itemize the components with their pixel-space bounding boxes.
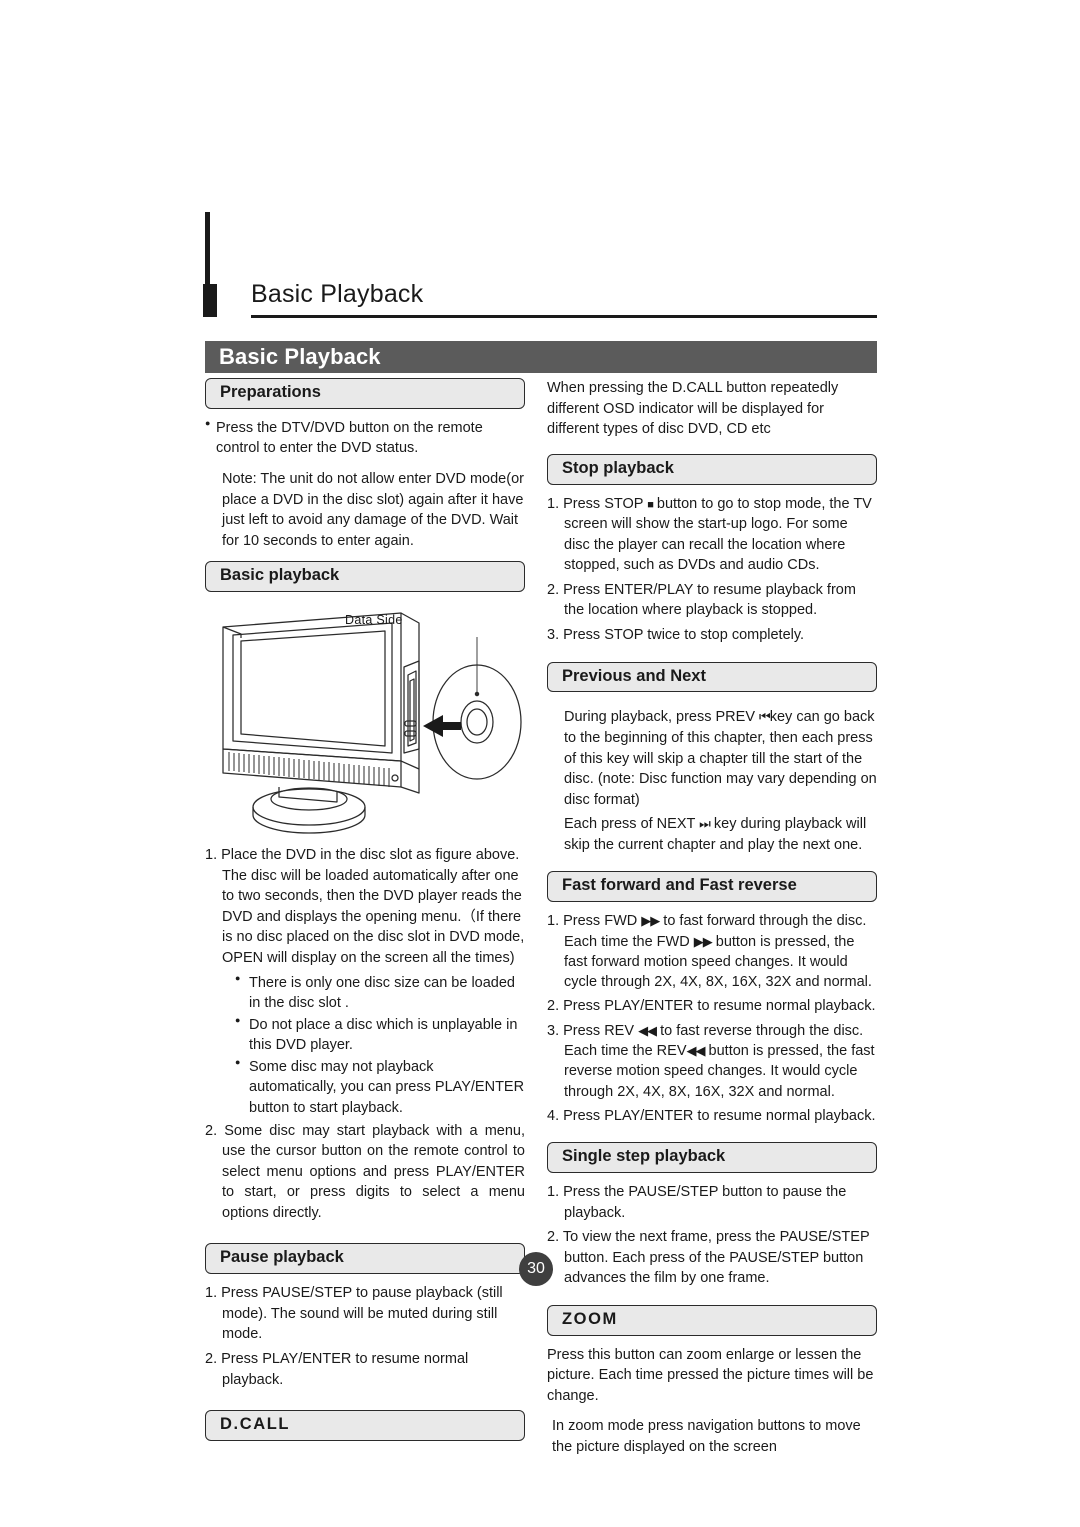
header-vertical-rule [205, 212, 210, 290]
ffwd-step-2: 2. Press PLAY/ENTER to resume normal pla… [547, 998, 876, 1015]
frev-step-3-a: 3. Press REV [547, 1022, 635, 1039]
header-rule-block [203, 284, 217, 317]
basic-playback-step-1: 1. Place the DVD in the disc slot as fig… [205, 847, 525, 966]
list-item: Do not place a disc which is unplayable … [235, 1014, 525, 1056]
d-call-intro-text: When pressing the D.CALL button repeated… [547, 380, 839, 438]
figure-label-data-side: Data Side [345, 613, 403, 628]
ffwd-step-1-c: Each time the FWD [564, 933, 690, 950]
next-skip-forward-icon: ⏭ [699, 816, 711, 832]
fast-reverse-icon: ◀◀ [686, 1043, 706, 1058]
header-underline [251, 315, 877, 318]
chapter-banner: Basic Playback [205, 341, 877, 373]
list-item: Some disc may not playback automatically… [235, 1056, 525, 1119]
section-header-fast-forward-and-fast-reverse: Fast forward and Fast reverse [547, 871, 877, 903]
tv-with-dvd-disc-diagram: Data Side [205, 601, 525, 837]
zoom-para-2: In zoom mode press navigation buttons to… [552, 1418, 861, 1455]
running-header-title: Basic Playback [251, 280, 424, 308]
previous-next-para-2-pre: Each press of NEXT [564, 816, 696, 833]
frev-step-3-c: Each time the REV [564, 1043, 687, 1059]
left-column: Preparations Press the DTV/DVD button on… [205, 378, 525, 1450]
previous-next-para-2: Each press of NEXT ⏭ key during playback… [547, 814, 877, 855]
frev-step-4: 4. Press PLAY/ENTER to resume normal pla… [547, 1107, 876, 1124]
fast-forward-icon: ▶▶ [693, 933, 713, 949]
manual-page: Basic Playback Basic Playback Preparatio… [0, 0, 1080, 1527]
frev-step-3: 3. Press REV ◀◀ to fast reverse through … [547, 1021, 877, 1102]
chapter-banner-title: Basic Playback [219, 344, 381, 369]
fast-forward-icon: ▶▶ [641, 913, 660, 929]
single-step-step-1: 1. Press the PAUSE/STEP button to pause … [547, 1183, 847, 1221]
list-item: There is only one disc size can be loade… [235, 972, 525, 1014]
pause-playback-step-1: 1. Press PAUSE/STEP to pause playback (s… [205, 1285, 503, 1343]
stop-square-icon: ■ [647, 498, 654, 511]
section-header-previous-and-next: Previous and Next [547, 661, 877, 693]
section-header-preparations: Preparations [205, 378, 525, 409]
previous-next-para-1-pre: During playback, press PREV [564, 709, 755, 726]
stop-playback-step-1-pre: 1. Press STOP [547, 495, 644, 512]
section-header-zoom: ZOOM [547, 1304, 877, 1336]
stop-playback-step-3: 3. Press STOP twice to stop completely. [547, 627, 805, 643]
ffwd-step-1-b: to fast forward through the disc. [663, 913, 867, 930]
preparations-bullet: Press the DTV/DVD button on the remote c… [205, 417, 525, 459]
basic-playback-sub-bullets: There is only one disc size can be loade… [205, 972, 525, 1119]
basic-playback-step-2: 2. Some disc may start playback with a m… [205, 1122, 525, 1221]
section-header-pause-playback: Pause playback [205, 1243, 525, 1275]
running-header: Basic Playback [203, 212, 877, 318]
stop-playback-step-2: 2. Press ENTER/PLAY to resume playback f… [547, 581, 856, 619]
section-header-stop-playback: Stop playback [547, 453, 877, 485]
preparations-note: Note: The unit do not allow enter DVD mo… [222, 470, 524, 549]
page-number-badge: 30 [519, 1252, 553, 1286]
right-column: When pressing the D.CALL button repeated… [547, 378, 877, 1462]
zoom-para-1: Press this button can zoom enlarge or le… [547, 1346, 874, 1404]
section-header-d-call: D.CALL [205, 1410, 525, 1441]
section-header-basic-playback: Basic playback [205, 561, 525, 593]
prev-skip-back-icon: ⏮ [759, 709, 771, 725]
frev-step-3-b: to fast reverse through the disc. [660, 1022, 864, 1039]
ffwd-step-1-a: 1. Press FWD [547, 913, 638, 930]
pause-playback-step-2: 2. Press PLAY/ENTER to resume normal pla… [205, 1351, 469, 1388]
stop-playback-step-1: 1. Press STOP ■ button to go to stop mod… [547, 494, 877, 576]
single-step-step-2: 2. To view the next frame, press the PAU… [547, 1229, 870, 1287]
ffwd-step-1: 1. Press FWD ▶▶ to fast forward through … [547, 911, 877, 992]
previous-next-para-1: During playback, press PREV ⏮key can go … [547, 707, 877, 810]
fast-reverse-icon: ◀◀ [638, 1022, 657, 1038]
section-header-single-step-playback: Single step playback [547, 1142, 877, 1173]
